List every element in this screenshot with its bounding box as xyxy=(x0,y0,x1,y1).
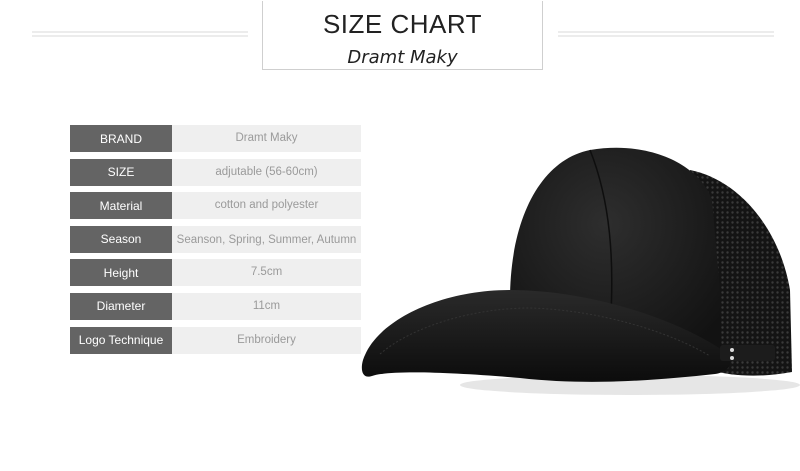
spec-label: Material xyxy=(70,192,172,220)
spec-table: BRAND Dramt Maky SIZE adjutable (56-60cm… xyxy=(70,125,361,360)
spec-row-diameter: Diameter 11cm xyxy=(70,292,361,320)
spec-label: Logo Technique xyxy=(70,326,172,354)
decorative-line-left xyxy=(32,31,248,37)
spec-label: Diameter xyxy=(70,292,172,320)
spec-value: Embroidery xyxy=(172,326,361,354)
title-box: SIZE CHART Dramt Maky xyxy=(262,1,543,70)
brand-subtitle: Dramt Maky xyxy=(347,47,458,68)
decorative-line-right xyxy=(558,31,774,37)
spec-row-brand: BRAND Dramt Maky xyxy=(70,125,361,152)
page-title: SIZE CHART xyxy=(322,9,483,39)
spec-row-size: SIZE adjutable (56-60cm) xyxy=(70,158,361,186)
spec-label: Height xyxy=(70,259,172,287)
spec-value: adjutable (56-60cm) xyxy=(172,158,361,186)
spec-row-logo-technique: Logo Technique Embroidery xyxy=(70,326,361,354)
spec-label: BRAND xyxy=(70,125,172,152)
spec-row-season: Season Seanson, Spring, Summer, Autumn xyxy=(70,225,361,253)
spec-value: Dramt Maky xyxy=(172,125,361,152)
spec-value: Seanson, Spring, Summer, Autumn xyxy=(172,225,361,253)
spec-value: 7.5cm xyxy=(172,259,361,287)
trucker-cap-image xyxy=(361,147,800,395)
spec-label: SIZE xyxy=(70,158,172,186)
spec-row-height: Height 7.5cm xyxy=(70,259,361,287)
spec-label: Season xyxy=(70,225,172,253)
spec-value: 11cm xyxy=(172,292,361,320)
spec-row-material: Material cotton and polyester xyxy=(70,192,361,220)
spec-value: cotton and polyester xyxy=(172,192,361,220)
